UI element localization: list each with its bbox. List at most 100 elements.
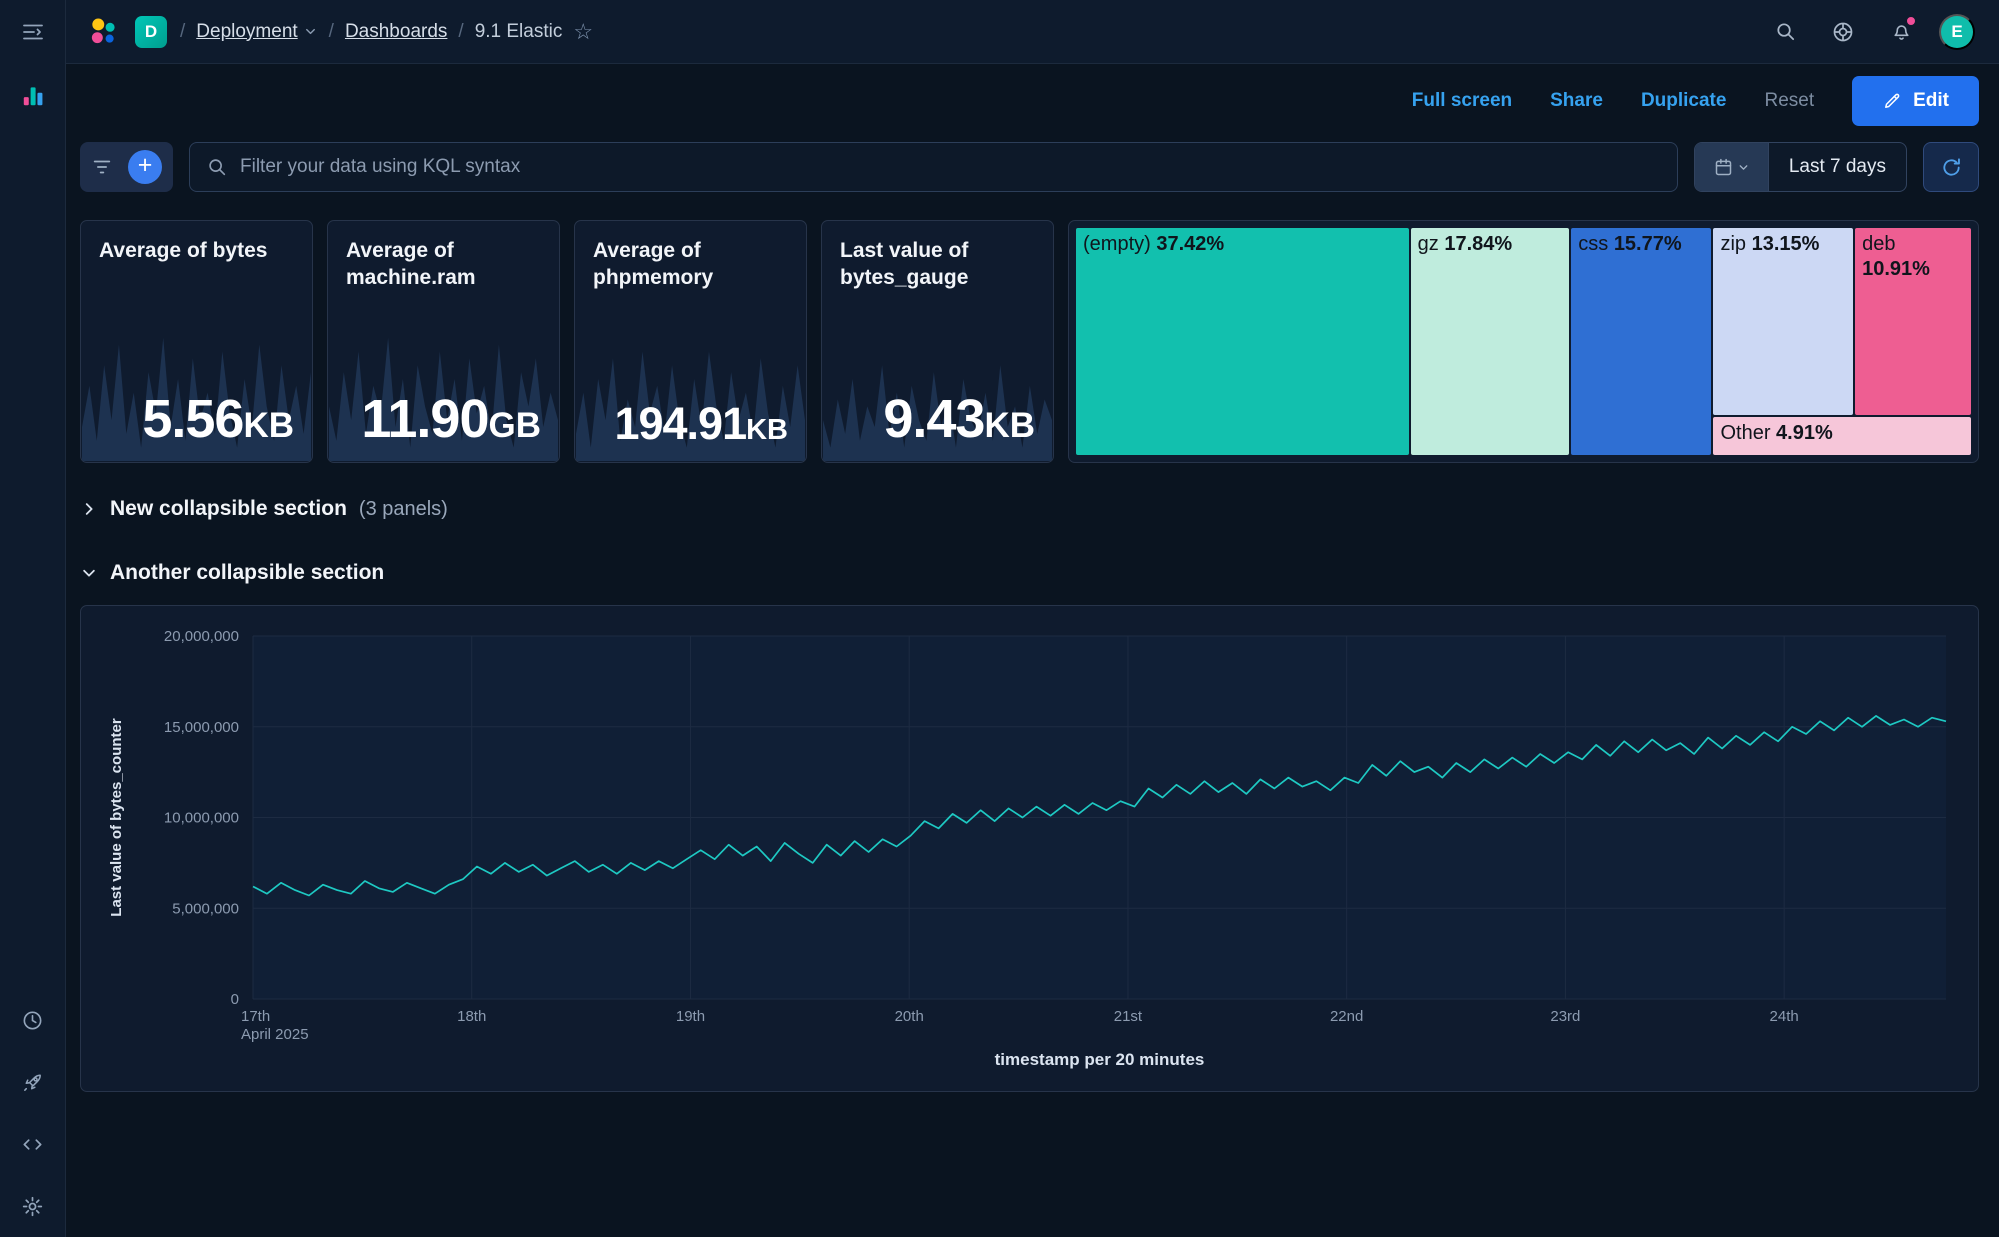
svg-text:23rd: 23rd [1550, 1008, 1580, 1025]
svg-text:18th: 18th [457, 1008, 486, 1025]
section-panel-count: (3 panels) [359, 498, 448, 521]
analytics-app-button[interactable] [14, 77, 52, 115]
filters-button[interactable] [91, 156, 113, 178]
metric-panel-last-bytes-gauge[interactable]: Last value of bytes_gauge 9.43KB [821, 220, 1054, 463]
treemap-tile-percent: 17.84% [1444, 233, 1512, 255]
metric-title: Average of bytes [99, 238, 294, 265]
dev-tools-button[interactable] [14, 1125, 52, 1163]
metric-title: Average of phpmemory [593, 238, 788, 292]
global-search-button[interactable] [1765, 12, 1805, 52]
treemap-panel[interactable]: (empty) 37.42% gz 17.84% css 15.77% zip … [1068, 220, 1979, 463]
treemap-tile-percent: 15.77% [1614, 233, 1682, 255]
chevron-down-icon [1737, 161, 1750, 174]
section-title: Another collapsible section [110, 561, 384, 585]
time-range-picker: Last 7 days [1694, 142, 1907, 192]
treemap-tile-name: zip [1720, 233, 1746, 255]
time-range-value[interactable]: Last 7 days [1769, 143, 1906, 191]
treemap-tile-gz[interactable]: gz 17.84% [1411, 228, 1570, 455]
treemap-tile-label: gz 17.84% [1418, 232, 1566, 257]
left-nav-rail [0, 0, 66, 1237]
add-filter-button[interactable]: + [128, 150, 162, 184]
svg-text:5,000,000: 5,000,000 [172, 900, 239, 917]
metric-value: 5.56KB [142, 388, 294, 450]
help-button[interactable] [1823, 12, 1863, 52]
recently-viewed-button[interactable] [14, 1001, 52, 1039]
metric-value: 11.90GB [361, 388, 541, 450]
treemap-tile-other[interactable]: Other 4.91% [1713, 417, 1971, 455]
help-icon [1831, 20, 1855, 44]
bytes-counter-chart-panel[interactable]: 05,000,00010,000,00015,000,00020,000,000… [80, 605, 1979, 1092]
notifications-button[interactable] [1881, 12, 1921, 52]
favorite-star-icon[interactable]: ☆ [573, 21, 593, 43]
breadcrumb-separator: / [458, 21, 463, 43]
svg-text:Last value of bytes_counter: Last value of bytes_counter [108, 718, 125, 917]
treemap-right-top-row: zip 13.15% deb 10.91% [1713, 228, 1971, 415]
treemap: (empty) 37.42% gz 17.84% css 15.77% zip … [1076, 228, 1971, 455]
header-right: E [1765, 12, 1975, 52]
treemap-tile-label: Other 4.91% [1720, 421, 1967, 446]
settings-button[interactable] [14, 1187, 52, 1225]
edit-button-label: Edit [1913, 90, 1949, 112]
treemap-tile-deb[interactable]: deb 10.91% [1855, 228, 1971, 415]
kql-search-input[interactable] [240, 156, 1661, 178]
metric-title: Average of machine.ram [346, 238, 541, 292]
metric-unit: KB [746, 414, 788, 446]
search-icon [1774, 20, 1797, 43]
breadcrumb-deployment-label: Deployment [196, 21, 297, 43]
treemap-tile-percent: 13.15% [1752, 233, 1820, 255]
metric-panel-avg-phpmemory[interactable]: Average of phpmemory 194.91KB [574, 220, 807, 463]
share-button[interactable]: Share [1550, 90, 1603, 112]
edit-button[interactable]: Edit [1852, 76, 1979, 126]
notification-badge [1905, 15, 1917, 27]
pencil-icon [1882, 91, 1902, 111]
deployment-badge[interactable]: D [135, 16, 167, 48]
breadcrumb-dashboards[interactable]: Dashboards [345, 21, 447, 43]
getting-started-button[interactable] [14, 1063, 52, 1101]
metric-unit: GB [489, 406, 542, 445]
svg-text:timestamp per 20 minutes: timestamp per 20 minutes [995, 1050, 1205, 1069]
breadcrumb-deployment[interactable]: Deployment [196, 21, 317, 43]
svg-text:15,000,000: 15,000,000 [164, 719, 239, 736]
filter-controls-group: + [80, 142, 173, 192]
reset-button[interactable]: Reset [1764, 90, 1814, 112]
treemap-tile-zip[interactable]: zip 13.15% [1713, 228, 1853, 415]
metric-value: 9.43KB [883, 388, 1035, 450]
global-header: D / Deployment / Dashboards / 9.1 Elasti… [66, 0, 1999, 64]
metric-panel-avg-bytes[interactable]: Average of bytes 5.56KB [80, 220, 313, 463]
full-screen-button[interactable]: Full screen [1412, 90, 1512, 112]
bytes-counter-line-chart: 05,000,00010,000,00015,000,00020,000,000… [81, 606, 1976, 1090]
user-avatar[interactable]: E [1939, 14, 1975, 50]
svg-text:10,000,000: 10,000,000 [164, 810, 239, 827]
elastic-logo[interactable] [84, 13, 122, 51]
main-column: D / Deployment / Dashboards / 9.1 Elasti… [66, 0, 1999, 1237]
collapsed-section-header[interactable]: New collapsible section (3 panels) [80, 497, 1979, 521]
expanded-section-header[interactable]: Another collapsible section [80, 561, 1979, 585]
svg-text:24th: 24th [1770, 1008, 1799, 1025]
date-quick-select-button[interactable] [1695, 143, 1769, 191]
menu-icon [21, 20, 45, 44]
treemap-tile-percent: 10.91% [1862, 258, 1930, 280]
metric-unit: KB [984, 406, 1035, 445]
metric-value: 194.91KB [614, 398, 788, 450]
treemap-tile-label: deb 10.91% [1862, 232, 1967, 282]
treemap-tile-name: (empty) [1083, 233, 1151, 255]
gear-icon [21, 1195, 44, 1218]
section-title: New collapsible section [110, 497, 347, 521]
treemap-right-column: zip 13.15% deb 10.91% Other 4.91% [1713, 228, 1971, 455]
filter-icon [91, 156, 113, 178]
expand-nav-menu-button[interactable] [14, 13, 52, 51]
treemap-tile-label: (empty) 37.42% [1083, 232, 1405, 257]
refresh-query-button[interactable] [1923, 142, 1979, 192]
breadcrumb-separator: / [180, 21, 185, 43]
metric-unit: KB [243, 406, 294, 445]
chevron-down-icon [80, 564, 98, 582]
kql-search-box[interactable] [189, 142, 1678, 192]
treemap-tile-percent: 4.91% [1776, 422, 1833, 444]
duplicate-button[interactable]: Duplicate [1641, 90, 1727, 112]
svg-text:20,000,000: 20,000,000 [164, 628, 239, 645]
treemap-tile-empty[interactable]: (empty) 37.42% [1076, 228, 1409, 455]
treemap-tile-css[interactable]: css 15.77% [1571, 228, 1711, 455]
metric-panel-avg-machine-ram[interactable]: Average of machine.ram 11.90GB [327, 220, 560, 463]
treemap-tile-name: deb [1862, 233, 1895, 255]
metric-number: 9.43 [883, 389, 984, 449]
